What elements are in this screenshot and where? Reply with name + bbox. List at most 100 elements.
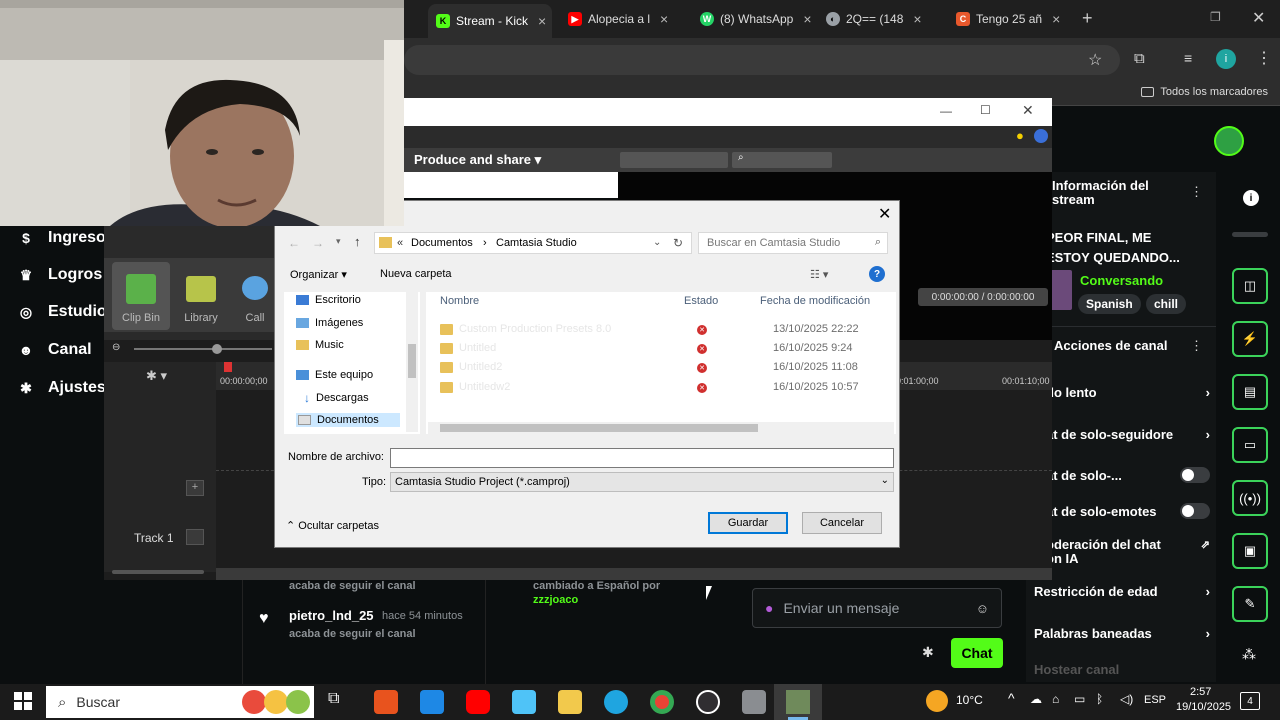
breadcrumb-item[interactable]: Documentos <box>411 237 473 249</box>
file-type-select[interactable]: Camtasia Studio Project (*.camproj) ⌄ <box>390 472 894 492</box>
bookmark-star-icon[interactable]: ☆ <box>1088 50 1102 70</box>
recent-dropdown-icon[interactable]: ▾ <box>336 236 341 247</box>
action-followers-only[interactable]: at de solo-seguidore › <box>1034 427 1210 442</box>
edge-browser-icon[interactable] <box>604 690 628 714</box>
clock-date[interactable]: 19/10/2025 <box>1176 701 1231 713</box>
tab-youtube[interactable]: ▶ Alopecia a l × <box>560 6 688 32</box>
activity-user[interactable]: pietro_lnd_25 <box>289 608 374 623</box>
nav-pane-scrollbar[interactable] <box>406 292 418 432</box>
rail-capture-button[interactable]: ◫ <box>1232 268 1268 304</box>
view-options-icon[interactable]: ☷ ▾ <box>810 268 828 281</box>
chat-settings-gear-icon[interactable]: ✱ <box>922 644 934 661</box>
nav-logros[interactable]: ♛ Logros <box>18 266 103 284</box>
tab-close-icon[interactable]: × <box>660 11 668 27</box>
nav-imagenes[interactable]: Imágenes <box>296 317 363 329</box>
onedrive-icon[interactable]: ☁ <box>1030 692 1042 706</box>
column-header-name[interactable]: Nombre <box>440 295 479 307</box>
up-arrow-icon[interactable]: ↑ <box>354 234 361 249</box>
office-app-icon[interactable] <box>374 690 398 714</box>
youtube-app-icon[interactable] <box>466 690 490 714</box>
share-icon[interactable]: ⁂ <box>1242 646 1256 663</box>
breadcrumb-bar[interactable]: « Documentos › Camtasia Studio ⌄ ↻ <box>374 232 692 254</box>
rail-chat-button[interactable]: ▭ <box>1232 427 1268 463</box>
menu-kebab-icon[interactable]: ⋮ <box>1256 48 1272 68</box>
filename-input[interactable] <box>390 448 894 468</box>
action-banned-words[interactable]: Palabras baneadas › <box>1034 626 1210 641</box>
camtasia-recorder-icon[interactable] <box>742 690 766 714</box>
tab-close-icon[interactable]: × <box>803 11 811 27</box>
channel-actions-menu-icon[interactable]: ⋮ <box>1190 338 1203 354</box>
chrome-browser-icon[interactable] <box>650 690 674 714</box>
rail-lightning-button[interactable]: ⚡ <box>1232 321 1268 357</box>
microphone-icon[interactable]: ● <box>765 600 773 616</box>
rail-video-button[interactable]: ▣ <box>1232 533 1268 569</box>
clock-time[interactable]: 2:57 <box>1190 686 1211 698</box>
hide-folders-toggle[interactable]: ⌃ Ocultar carpetas <box>286 519 379 532</box>
nav-documentos[interactable]: Documentos <box>296 413 400 427</box>
volume-icon[interactable]: ◁) <box>1120 692 1133 706</box>
tab-close-icon[interactable]: × <box>913 11 921 27</box>
help-icon[interactable]: ? <box>869 266 885 282</box>
tray-chevron-up-icon[interactable]: ^ <box>1008 690 1015 706</box>
lightbulb-icon[interactable]: ● <box>1016 128 1024 143</box>
scroll-thumb[interactable] <box>440 424 758 432</box>
obs-app-icon[interactable] <box>696 690 720 714</box>
action-subs-only[interactable]: at de solo-... <box>1034 467 1210 483</box>
rail-tools-button[interactable]: ✎ <box>1232 586 1268 622</box>
action-slow-mode[interactable]: do lento › <box>1034 385 1210 400</box>
breadcrumb-overflow[interactable]: « <box>397 237 403 249</box>
nav-escritorio[interactable]: Escritorio <box>296 294 361 306</box>
emotes-only-toggle[interactable] <box>1180 503 1210 519</box>
network-icon[interactable]: ⌂ <box>1052 692 1059 706</box>
stream-category[interactable]: Conversando <box>1080 273 1163 288</box>
channel-avatar[interactable] <box>1214 126 1244 156</box>
minimize-icon[interactable]: — <box>940 104 952 118</box>
cancel-button[interactable]: Cancelar <box>802 512 882 534</box>
timeline-settings-gear-icon[interactable]: ✱ ▾ <box>146 368 167 384</box>
language-event-user[interactable]: zzzjoaco <box>533 594 578 606</box>
produce-share-menu[interactable]: Produce and share ▾ <box>414 152 541 168</box>
chat-input[interactable]: ● Enviar un mensaje ☺ <box>752 588 1002 628</box>
track-lock-button[interactable] <box>186 529 204 545</box>
preview-image-control[interactable] <box>620 152 728 168</box>
taskbar-search[interactable]: ⌕ Buscar <box>46 686 314 718</box>
tab-whatsapp[interactable]: W (8) WhatsApp × <box>692 6 812 32</box>
action-host-channel[interactable]: Hostear canal <box>1034 662 1210 677</box>
address-dropdown-icon[interactable]: ⌄ <box>653 237 661 248</box>
input-language[interactable]: ESP <box>1144 694 1166 706</box>
stream-tag[interactable]: chill <box>1146 294 1187 314</box>
file-row[interactable]: Untitledw2 ✕ 16/10/2025 10:57 <box>440 378 892 396</box>
refresh-icon[interactable]: ↻ <box>673 236 683 250</box>
task-view-icon[interactable]: ⧉ <box>328 690 339 708</box>
breadcrumb-item[interactable]: Camtasia Studio <box>496 237 577 249</box>
tab-close-icon[interactable]: × <box>1052 11 1060 27</box>
column-header-date[interactable]: Fecha de modificación <box>760 295 870 307</box>
stream-info-menu-icon[interactable]: ⋮ <box>1190 184 1203 200</box>
widgets-app-icon[interactable] <box>512 690 536 714</box>
nav-music[interactable]: Music <box>296 339 344 351</box>
emote-icon[interactable]: ☺ <box>976 601 989 616</box>
action-emotes-only[interactable]: at de solo-emotes <box>1034 503 1210 519</box>
nav-este-equipo[interactable]: Este equipo <box>296 369 373 381</box>
callouts-tab[interactable]: Call <box>236 262 274 330</box>
mail-app-icon[interactable] <box>420 690 444 714</box>
nav-ajustes[interactable]: ✱ Ajustes <box>18 379 106 397</box>
file-list-scrollbar[interactable] <box>428 422 894 434</box>
notification-center-icon[interactable]: 4 <box>1240 692 1260 710</box>
weather-icon[interactable] <box>926 690 948 712</box>
timeline-scrollbar[interactable] <box>216 568 1052 580</box>
tab-kick-stream[interactable]: K Stream - Kick × <box>428 4 552 38</box>
file-row[interactable]: Custom Production Presets 8.0 ✕ 13/10/20… <box>440 320 892 338</box>
nav-canal[interactable]: ☻ Canal <box>18 341 92 359</box>
vertical-zoom-slider[interactable] <box>112 570 204 574</box>
file-row[interactable]: Untitled2 ✕ 16/10/2025 11:08 <box>440 358 892 376</box>
slider-thumb[interactable] <box>212 344 222 354</box>
windows-start-icon[interactable] <box>14 692 32 710</box>
display-icon[interactable]: ▭ <box>1074 692 1085 706</box>
tab-article[interactable]: C Tengo 25 añ × <box>948 6 1076 32</box>
column-header-status[interactable]: Estado <box>684 295 718 307</box>
organize-menu[interactable]: Organizar ▾ <box>290 268 347 281</box>
new-tab-icon[interactable]: + <box>1082 8 1093 29</box>
new-folder-button[interactable]: Nueva carpeta <box>380 268 452 280</box>
clip-bin-tab[interactable]: Clip Bin <box>112 262 170 330</box>
